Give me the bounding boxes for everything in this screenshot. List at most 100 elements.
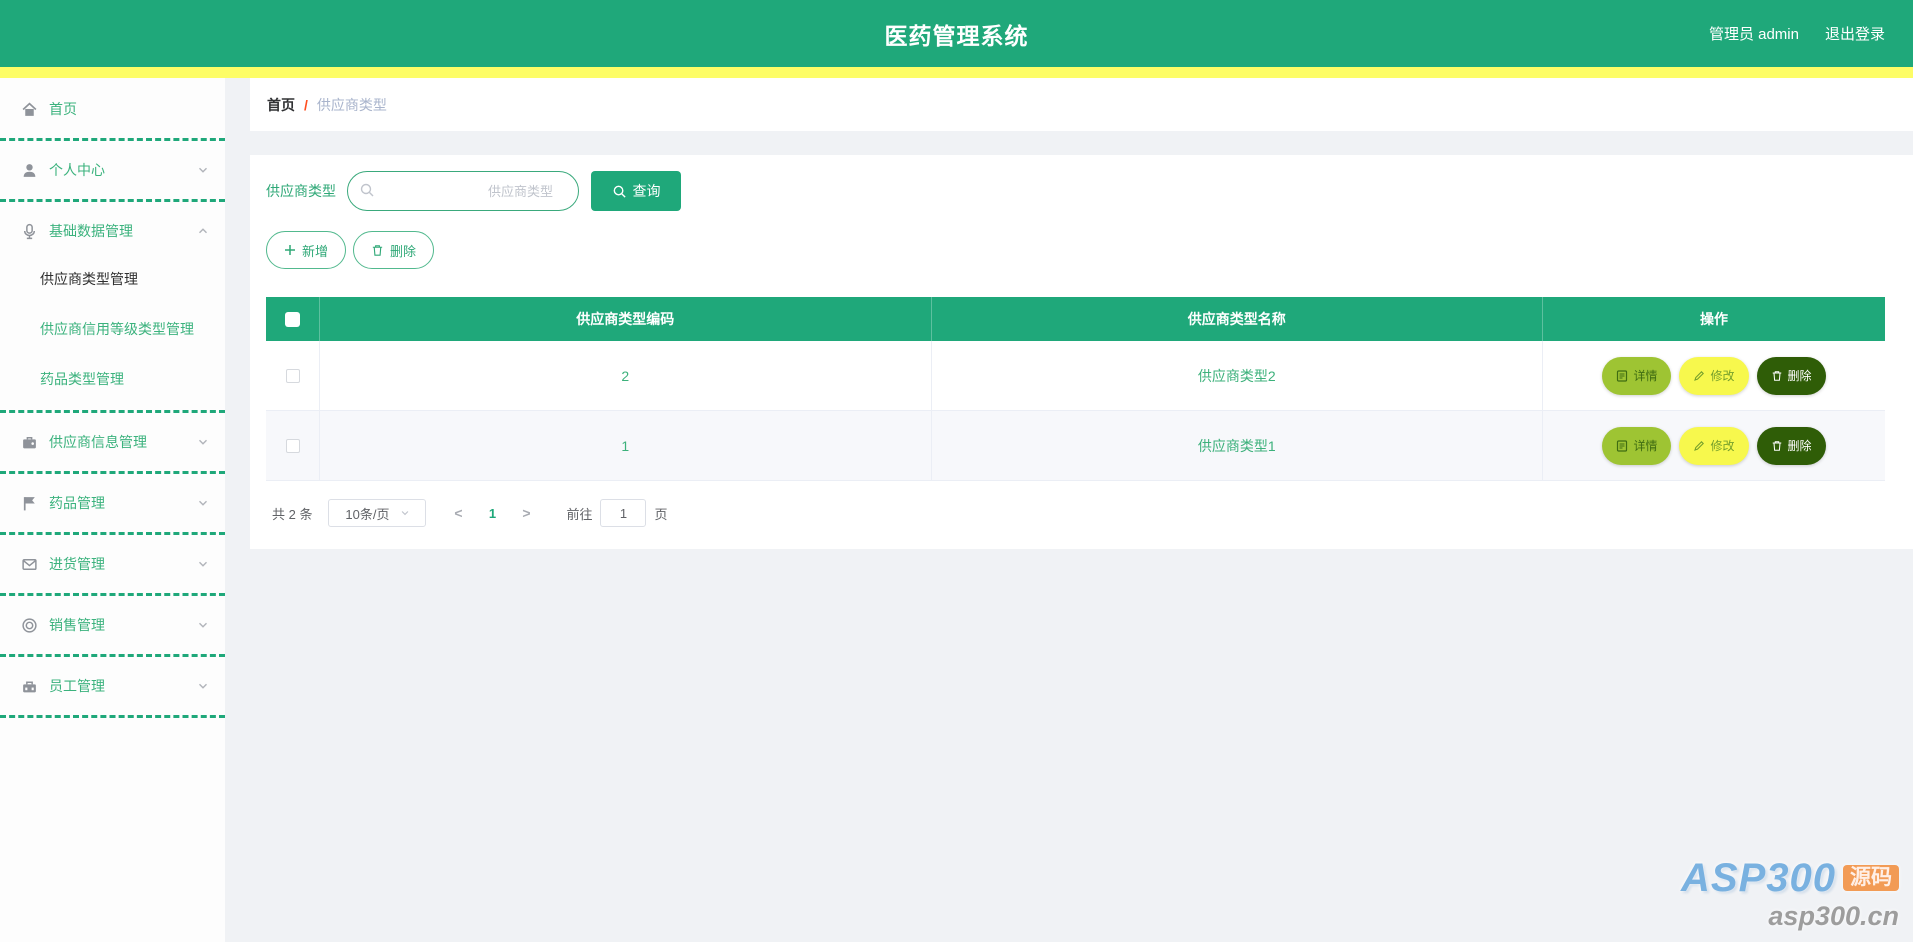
- table-body: 2 供应商类型2 详情 修改: [266, 341, 1885, 481]
- add-button[interactable]: 新增: [266, 231, 346, 269]
- next-page-button[interactable]: >: [508, 505, 544, 521]
- row-checkbox-cell: [266, 411, 320, 481]
- chevron-down-icon: [197, 164, 209, 176]
- pagination: 共 2 条 10条/页 < 1 > 前往 页: [272, 499, 1885, 527]
- table-row: 1 供应商类型1 详情 修改: [266, 411, 1885, 481]
- detail-button[interactable]: 详情: [1602, 427, 1671, 465]
- trash-icon: [1771, 370, 1783, 382]
- sidebar-item-drugs[interactable]: 药品管理: [0, 480, 225, 526]
- sidebar-item-label: 药品管理: [49, 493, 197, 513]
- table-row: 2 供应商类型2 详情 修改: [266, 341, 1885, 411]
- main-content: 首页 / 供应商类型 供应商类型 查询: [225, 78, 1913, 942]
- sidebar-subitem-drug-type[interactable]: 药品类型管理: [0, 354, 225, 404]
- add-button-label: 新增: [302, 241, 328, 260]
- sidebar-item-sales[interactable]: 销售管理: [0, 602, 225, 648]
- logout-button[interactable]: 退出登录: [1825, 23, 1885, 44]
- flag-icon: [20, 494, 38, 512]
- chevron-down-icon: [197, 436, 209, 448]
- detail-button-label: 详情: [1633, 437, 1657, 454]
- header-checkbox-cell: [266, 297, 320, 341]
- sidebar-item-label: 进货管理: [49, 554, 197, 574]
- briefcase-icon: [20, 433, 38, 451]
- current-user-label[interactable]: 管理员 admin: [1709, 23, 1799, 44]
- sidebar-item-label: 供应商信息管理: [49, 432, 197, 452]
- supplier-type-table: 供应商类型编码 供应商类型名称 操作 2 供应商类型2: [266, 297, 1885, 481]
- document-icon: [1616, 370, 1628, 382]
- sidebar-subitem-supplier-credit[interactable]: 供应商信用等级类型管理: [0, 304, 225, 354]
- cell-name: 供应商类型2: [932, 341, 1544, 411]
- search-input-wrap: [347, 171, 579, 211]
- search-input[interactable]: [347, 171, 579, 211]
- sidebar-item-purchase[interactable]: 进货管理: [0, 541, 225, 587]
- breadcrumb-home[interactable]: 首页: [267, 95, 295, 115]
- chevron-down-icon: [197, 558, 209, 570]
- sidebar-item-home[interactable]: 首页: [0, 86, 225, 132]
- chevron-down-icon: [197, 680, 209, 692]
- detail-button-label: 详情: [1633, 367, 1657, 384]
- chevron-up-icon: [197, 225, 209, 237]
- pen-icon: [1693, 370, 1705, 382]
- sidebar-item-basedata[interactable]: 基础数据管理: [0, 208, 225, 254]
- sidebar-item-supplier-info[interactable]: 供应商信息管理: [0, 419, 225, 465]
- mail-icon: [20, 555, 38, 573]
- cell-code: 1: [320, 411, 932, 481]
- prev-page-button[interactable]: <: [440, 505, 476, 521]
- query-button[interactable]: 查询: [591, 171, 681, 211]
- divider: [0, 715, 225, 718]
- search-row: 供应商类型 查询: [266, 171, 1885, 211]
- row-checkbox[interactable]: [286, 369, 300, 383]
- sidebar-item-profile[interactable]: 个人中心: [0, 147, 225, 193]
- accent-strip: [0, 67, 1913, 78]
- header-user-area: 管理员 admin 退出登录: [1709, 23, 1885, 44]
- column-header-actions: 操作: [1543, 297, 1885, 341]
- edit-button-label: 修改: [1710, 437, 1734, 454]
- divider: [0, 532, 225, 535]
- sidebar-subitem-supplier-type[interactable]: 供应商类型管理: [0, 254, 225, 304]
- sidebar: 首页 个人中心 基础数据管理 供应商类型管理 供应商信用等级类型管理 药品类型管…: [0, 78, 225, 942]
- document-icon: [1616, 440, 1628, 452]
- page-size-select[interactable]: 10条/页: [328, 499, 426, 527]
- cell-name: 供应商类型1: [932, 411, 1544, 481]
- toolbox-icon: [20, 677, 38, 695]
- sidebar-item-employees[interactable]: 员工管理: [0, 663, 225, 709]
- chevron-down-icon: [197, 497, 209, 509]
- goto-page-group: 前往 页: [566, 499, 667, 527]
- edit-button[interactable]: 修改: [1679, 357, 1748, 395]
- sidebar-item-label: 基础数据管理: [49, 221, 197, 241]
- row-delete-button[interactable]: 删除: [1757, 357, 1826, 395]
- detail-button[interactable]: 详情: [1602, 357, 1671, 395]
- goto-page-input[interactable]: [600, 499, 646, 527]
- query-button-label: 查询: [633, 181, 661, 201]
- plus-icon: [284, 244, 296, 256]
- edit-button[interactable]: 修改: [1679, 427, 1748, 465]
- select-all-checkbox[interactable]: [285, 312, 300, 327]
- search-label: 供应商类型: [266, 181, 336, 201]
- sidebar-item-label: 员工管理: [49, 676, 197, 696]
- divider: [0, 138, 225, 141]
- service-icon: [20, 616, 38, 634]
- page-number-1[interactable]: 1: [476, 506, 508, 521]
- chevron-down-icon: [197, 619, 209, 631]
- home-icon: [20, 100, 38, 118]
- microphone-icon: [20, 222, 38, 240]
- pagination-total: 共 2 条: [272, 504, 312, 523]
- page-title: 医药管理系统: [0, 17, 1913, 51]
- divider: [0, 654, 225, 657]
- page-size-value: 10条/页: [345, 504, 389, 523]
- column-header-name: 供应商类型名称: [932, 297, 1544, 341]
- row-checkbox[interactable]: [286, 439, 300, 453]
- breadcrumb: 首页 / 供应商类型: [250, 78, 1913, 131]
- breadcrumb-separator: /: [304, 97, 308, 113]
- search-icon: [359, 182, 375, 198]
- column-header-code: 供应商类型编码: [320, 297, 932, 341]
- table-header-row: 供应商类型编码 供应商类型名称 操作: [266, 297, 1885, 341]
- trash-icon: [371, 244, 384, 257]
- search-icon: [612, 184, 627, 199]
- pen-icon: [1693, 440, 1705, 452]
- delete-button[interactable]: 删除: [353, 231, 434, 269]
- row-delete-button[interactable]: 删除: [1757, 427, 1826, 465]
- divider: [0, 593, 225, 596]
- divider: [0, 471, 225, 474]
- cell-code: 2: [320, 341, 932, 411]
- chevron-down-icon: [400, 508, 410, 518]
